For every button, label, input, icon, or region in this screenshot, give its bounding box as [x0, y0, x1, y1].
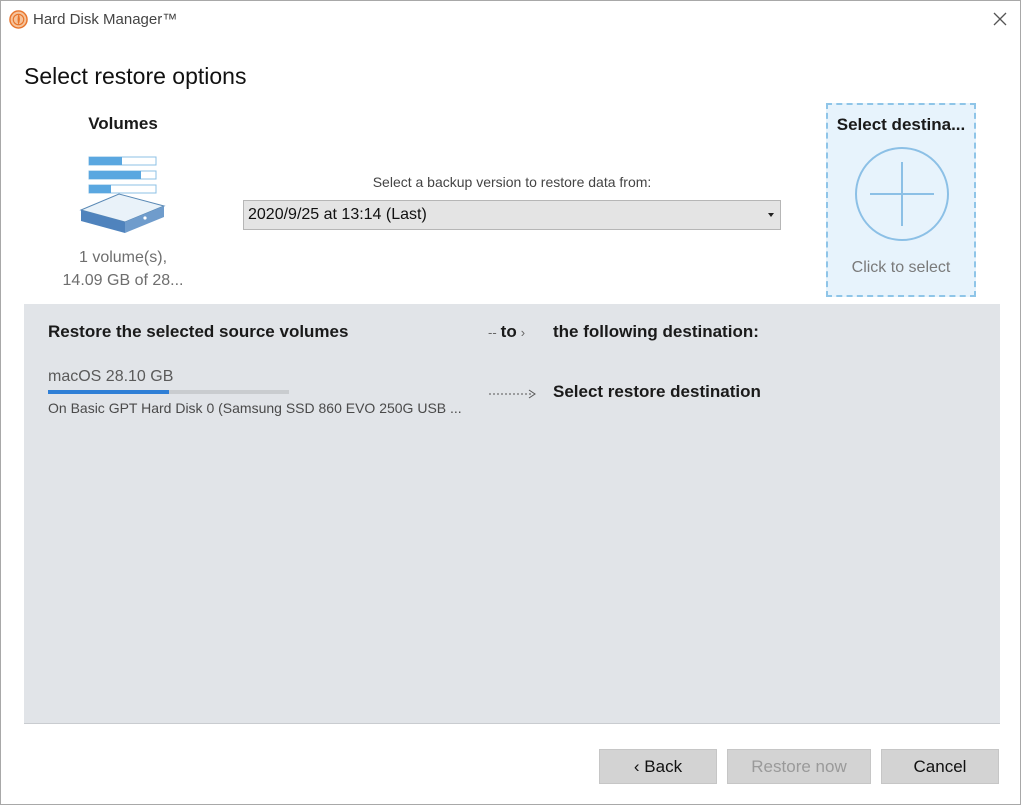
chevron-right-icon: › [520, 325, 526, 340]
disk-stack-icon [79, 156, 166, 233]
volumes-count: 1 volume(s), [78, 249, 168, 266]
page-title: Select restore options [24, 63, 247, 89]
select-restore-destination-link[interactable]: Select restore destination [553, 382, 761, 402]
close-icon[interactable] [992, 11, 1008, 27]
title-bar: Hard Disk Manager™ [1, 1, 1020, 39]
backup-version-value: 2020/9/25 at 13:14 (Last) [248, 206, 427, 223]
app-window: Hard Disk Manager™ Select restore option… [0, 0, 1021, 805]
following-destination-heading: the following destination: [553, 322, 759, 341]
backup-version-label: Select a backup version to restore data … [372, 174, 652, 190]
back-button[interactable]: ‹ Back [599, 749, 717, 784]
to-label: -- to › [488, 322, 525, 342]
volume-location: On Basic GPT Hard Disk 0 (Samsung SSD 86… [48, 400, 462, 416]
restore-mapping-panel: Restore the selected source volumes -- to… [24, 304, 1000, 724]
app-logo-icon [9, 10, 28, 29]
volumes-heading: Volumes [88, 114, 158, 133]
volume-usage-bar [48, 390, 289, 394]
volume-usage-fill [48, 390, 169, 394]
window-title: Hard Disk Manager™ [33, 11, 178, 28]
source-volumes-heading: Restore the selected source volumes [48, 322, 349, 341]
cancel-button[interactable]: Cancel [881, 749, 999, 784]
restore-now-button[interactable]: Restore now [727, 749, 871, 784]
volumes-size: 14.09 GB of 28... [62, 272, 184, 289]
click-to-select-label: Click to select [851, 259, 951, 276]
to-text: to [500, 322, 517, 341]
destination-heading: Select destina... [836, 115, 966, 134]
dashes-decoration: -- [488, 325, 497, 340]
volume-name: macOS 28.10 GB [48, 368, 174, 385]
source-volume-item[interactable]: macOS 28.10 GB On Basic GPT Hard Disk 0 … [48, 368, 478, 418]
chevron-down-icon [768, 213, 774, 217]
backup-version-dropdown[interactable]: 2020/9/25 at 13:14 (Last) [243, 200, 781, 230]
select-destination-card[interactable]: Select destina... Click to select [826, 103, 976, 297]
dashed-arrow-icon [489, 389, 536, 399]
volumes-summary: 1 volume(s), 14.09 GB of 28... [53, 246, 193, 292]
plus-circle-icon [855, 147, 949, 241]
